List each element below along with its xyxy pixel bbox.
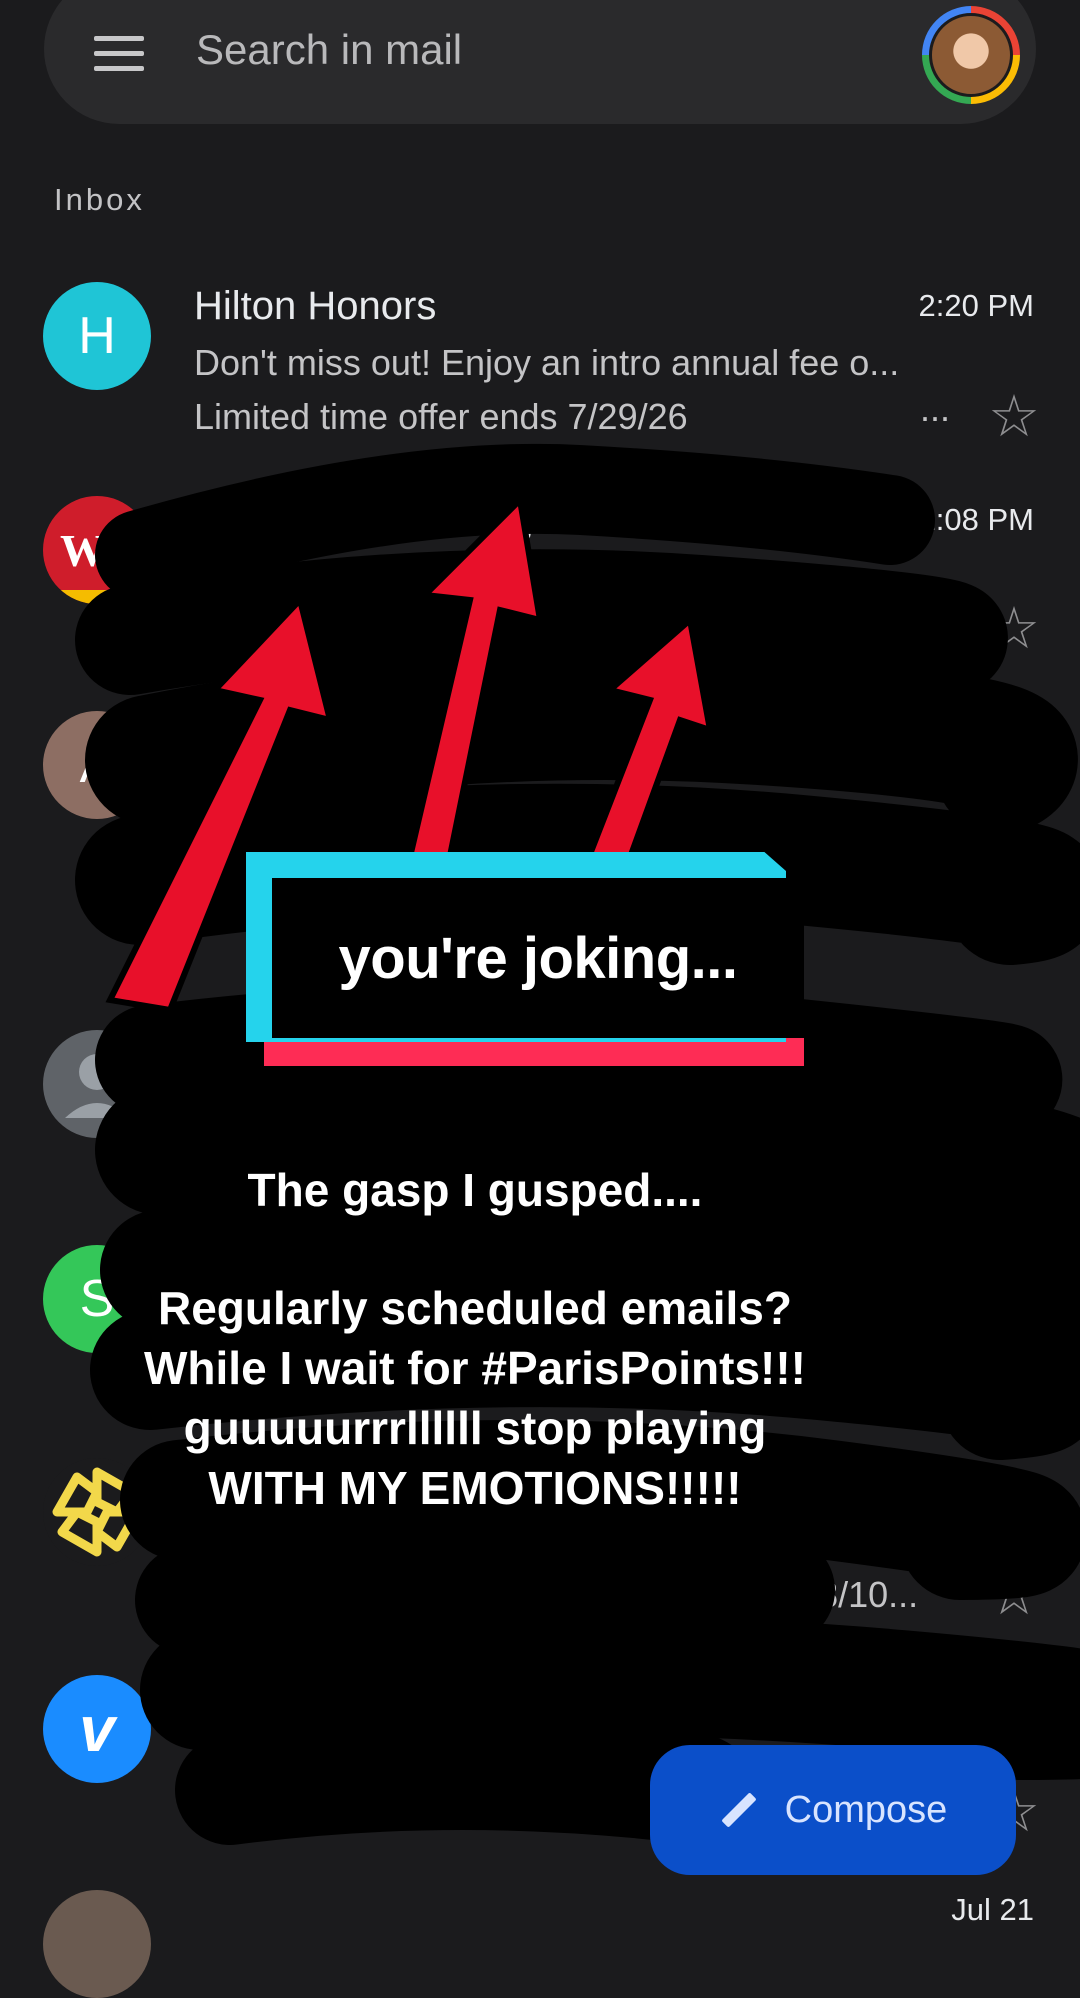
email-time: Jul 21 xyxy=(951,1470,1034,1505)
search-bar[interactable]: Search in mail xyxy=(44,0,1036,124)
email-subject: You xyxy=(194,1733,255,1774)
email-row-hilton[interactable]: H Hilton Honors 2:20 PM Don't miss out! … xyxy=(0,270,1080,470)
person-avatar-icon xyxy=(43,1030,151,1138)
email-time: 1:08 PM xyxy=(918,502,1034,537)
pencil-icon xyxy=(720,1792,757,1828)
caption-line-2: While I wait for #ParisPoints!!! xyxy=(144,1342,806,1394)
inbox-label: Inbox xyxy=(54,182,145,217)
email-snippet: ation Mon 8/10... xyxy=(650,1574,919,1615)
star-icon[interactable]: ☆ xyxy=(988,1566,1040,1624)
email-snippet: Limited time offer ends 7/29/26 xyxy=(194,396,688,437)
caption-top: The gasp I gusped.... xyxy=(247,1164,703,1216)
account-avatar[interactable] xyxy=(922,6,1020,104)
email-row-partial[interactable]: Jul 21 xyxy=(0,1890,1080,1998)
star-icon[interactable]: ☆ xyxy=(988,600,1040,658)
star-icon[interactable]: ☆ xyxy=(988,1363,1040,1421)
search-input[interactable]: Search in mail xyxy=(196,26,462,74)
email-time: 21 xyxy=(999,1687,1034,1722)
sender-avatar: WF xyxy=(43,496,151,604)
sender-avatar: H xyxy=(43,282,151,390)
email-time: 2:20 PM xyxy=(918,288,1034,323)
compose-label: Compose xyxy=(784,1788,948,1831)
sender-name: ells Fargo xyxy=(380,498,556,542)
hamburger-menu-icon[interactable] xyxy=(94,36,144,76)
star-icon[interactable]: ☆ xyxy=(988,1148,1040,1206)
importance-marker-icon: ➤ xyxy=(198,722,224,755)
email-row-wells-fargo[interactable]: WF ells Fargo 1:08 PM ☆ xyxy=(0,488,1080,688)
email-subject: Don't miss out! Enjoy an intro annual fe… xyxy=(194,342,900,383)
star-icon[interactable]: ☆ xyxy=(988,388,1040,446)
overlay-tag: you're joking... xyxy=(246,852,804,1066)
profile-photo xyxy=(929,13,1013,97)
email-amount: $5 xyxy=(604,1787,645,1828)
email-snippet: You paid Chelsea xyxy=(194,1787,475,1828)
sender-avatar xyxy=(43,1890,151,1998)
email-time: M xyxy=(1008,1257,1034,1292)
tag-text: you're joking... xyxy=(272,878,804,1038)
sender-name: Hilton Honors xyxy=(194,284,437,328)
sender-avatar: A xyxy=(43,711,151,819)
compose-button[interactable]: Compose xyxy=(650,1745,1016,1875)
more-indicator: ... xyxy=(920,388,951,429)
email-time: M xyxy=(1008,719,1034,754)
venmo-logo-icon: v xyxy=(43,1675,151,1783)
star-icon[interactable]: ☆ xyxy=(988,815,1040,873)
email-time: Jul 21 xyxy=(951,1892,1034,1927)
caption-line-4: WITH MY EMOTIONS!!!!! xyxy=(208,1462,742,1514)
email-time: AM xyxy=(987,1040,1035,1075)
caption-line-3: guuuuurrrllllll stop playing xyxy=(183,1402,767,1454)
caption-line-1: Regularly scheduled emails? xyxy=(157,1282,792,1334)
